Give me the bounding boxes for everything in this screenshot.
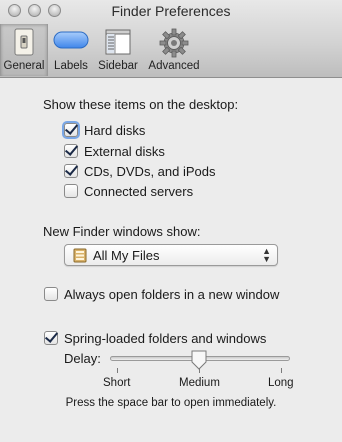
new-window-popup[interactable]: All My Files ▲ ▼ (64, 244, 278, 266)
label-tag-icon (53, 28, 89, 55)
light-switch-icon (13, 28, 35, 59)
finder-preferences-window: Finder Preferences General Labels Sideba… (0, 0, 342, 442)
toolbar-sidebar-label: Sidebar (98, 60, 138, 72)
toolbar-advanced-label: Advanced (148, 60, 200, 72)
delay-slider-thumb[interactable] (190, 350, 208, 370)
spring-loaded-label: Spring-loaded folders and windows (64, 330, 267, 346)
cds-dvds-ipods-label: CDs, DVDs, and iPods (84, 163, 216, 179)
window-title: Finder Preferences (111, 3, 231, 19)
popup-up-down-arrows-icon: ▲ ▼ (262, 246, 271, 264)
connected-servers-label: Connected servers (84, 183, 194, 199)
toolbar-sidebar[interactable]: Sidebar (94, 24, 142, 76)
external-disks-label: External disks (84, 143, 165, 159)
tick-label-short: Short (103, 377, 131, 389)
tick-short (117, 368, 118, 373)
always-open-new-window-label: Always open folders in a new window (64, 286, 280, 302)
all-my-files-icon (73, 248, 87, 266)
tick-label-medium: Medium (179, 377, 220, 389)
always-open-new-window-option[interactable]: Always open folders in a new window (44, 285, 279, 303)
tick-medium (199, 368, 200, 373)
hard-disks-option[interactable]: Hard disks (64, 121, 145, 139)
always-open-new-window-checkbox[interactable] (44, 287, 58, 301)
title-toolbar-bar: Finder Preferences General Labels Sideba… (0, 0, 342, 78)
new-window-selected-value: All My Files (93, 248, 160, 263)
hard-disks-label: Hard disks (84, 122, 146, 138)
sidebar-window-icon (104, 28, 132, 59)
hard-disks-checkbox[interactable] (64, 123, 78, 137)
toolbar-labels-label: Labels (54, 60, 88, 72)
toolbar-general[interactable]: General (0, 24, 48, 76)
connected-servers-checkbox[interactable] (64, 184, 78, 198)
cds-dvds-ipods-checkbox[interactable] (64, 164, 78, 178)
tick-label-long: Long (268, 377, 294, 389)
delay-label: Delay: (64, 351, 101, 366)
gear-icon (159, 28, 189, 61)
space-bar-hint: Press the space bar to open immediately. (65, 397, 277, 409)
toolbar-advanced[interactable]: Advanced (144, 24, 204, 76)
external-disks-checkbox[interactable] (64, 144, 78, 158)
toolbar-general-label: General (3, 60, 45, 72)
desktop-items-heading: Show these items on the desktop: (43, 97, 239, 112)
spring-loaded-option[interactable]: Spring-loaded folders and windows (44, 329, 266, 347)
tick-long (281, 368, 282, 373)
spring-loaded-checkbox[interactable] (44, 331, 58, 345)
external-disks-option[interactable]: External disks (64, 142, 165, 160)
toolbar-labels[interactable]: Labels (50, 24, 92, 76)
connected-servers-option[interactable]: Connected servers (64, 182, 193, 200)
cds-dvds-ipods-option[interactable]: CDs, DVDs, and iPods (64, 162, 216, 180)
new-window-heading: New Finder windows show: (43, 224, 201, 239)
